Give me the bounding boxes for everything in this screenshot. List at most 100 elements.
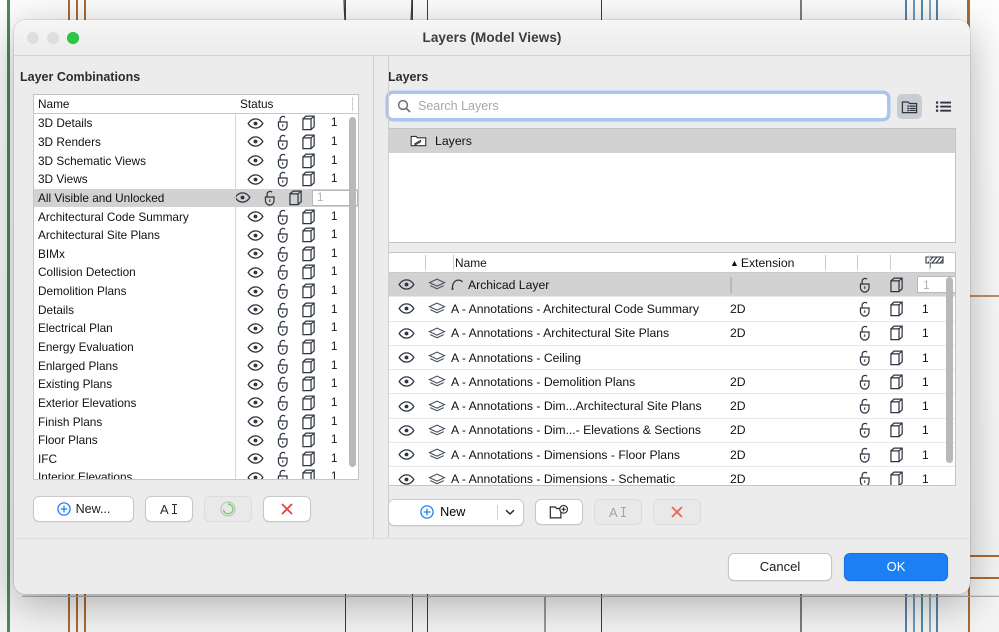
visibility-toggle[interactable] xyxy=(242,379,269,390)
layer-combination-row[interactable]: Floor Plans 1 xyxy=(34,431,358,450)
visibility-toggle[interactable] xyxy=(242,136,269,147)
wireframe-toggle[interactable] xyxy=(881,398,915,414)
delete-layer-button[interactable] xyxy=(653,499,701,525)
column-header-name[interactable]: Name xyxy=(451,256,729,270)
wireframe-toggle[interactable] xyxy=(296,432,323,448)
layer-row[interactable]: A - Annotations - Architectural Site Pla… xyxy=(389,322,955,346)
layer-combination-row[interactable]: Existing Plans 1 xyxy=(34,375,358,394)
search-input[interactable] xyxy=(418,99,879,113)
lock-toggle[interactable] xyxy=(269,283,296,299)
layer-combination-row[interactable]: Collision Detection 1 xyxy=(34,263,358,282)
wireframe-toggle[interactable] xyxy=(296,283,323,299)
lock-toggle[interactable] xyxy=(269,264,296,280)
wireframe-toggle[interactable] xyxy=(296,115,323,131)
layer-combination-row[interactable]: Demolition Plans 1 xyxy=(34,282,358,301)
visibility-toggle[interactable] xyxy=(389,352,423,363)
wireframe-toggle[interactable] xyxy=(881,471,915,485)
lock-toggle[interactable] xyxy=(269,320,296,336)
tree-root-item[interactable]: Layers xyxy=(389,129,955,153)
visibility-toggle[interactable] xyxy=(242,360,269,371)
layer-stack-toggle[interactable] xyxy=(423,400,451,413)
lock-toggle[interactable] xyxy=(269,376,296,392)
visibility-toggle[interactable] xyxy=(242,267,269,278)
layer-combination-row[interactable]: Interior Elevations 1 xyxy=(34,468,358,479)
visibility-toggle[interactable] xyxy=(389,303,423,314)
layer-combination-row[interactable]: 3D Renders 1 xyxy=(34,133,358,152)
lock-toggle[interactable] xyxy=(269,171,296,187)
lock-toggle[interactable] xyxy=(849,422,881,438)
column-divider[interactable] xyxy=(352,97,353,111)
layer-combination-row[interactable]: Architectural Site Plans 1 xyxy=(34,226,358,245)
layer-stack-toggle[interactable] xyxy=(423,278,451,291)
visibility-toggle[interactable] xyxy=(242,416,269,427)
layer-combination-row[interactable]: BIMx 1 xyxy=(34,244,358,263)
delete-combination-button[interactable] xyxy=(263,496,311,522)
visibility-toggle[interactable] xyxy=(242,342,269,353)
visibility-toggle[interactable] xyxy=(389,401,423,412)
lock-toggle[interactable] xyxy=(256,190,283,206)
layer-stack-toggle[interactable] xyxy=(423,327,451,340)
lock-toggle[interactable] xyxy=(269,209,296,225)
visibility-toggle[interactable] xyxy=(389,425,423,436)
lock-toggle[interactable] xyxy=(849,301,881,317)
wireframe-toggle[interactable] xyxy=(296,358,323,374)
lock-toggle[interactable] xyxy=(269,358,296,374)
lock-toggle[interactable] xyxy=(269,339,296,355)
layer-stack-toggle[interactable] xyxy=(423,302,451,315)
visibility-toggle[interactable] xyxy=(242,248,269,259)
close-window-button[interactable] xyxy=(27,32,39,44)
lock-toggle[interactable] xyxy=(269,414,296,430)
maximize-window-button[interactable] xyxy=(67,32,79,44)
lock-toggle[interactable] xyxy=(269,227,296,243)
layer-combination-row[interactable]: Electrical Plan 1 xyxy=(34,319,358,338)
layer-row[interactable]: A - Annotations - Dim...- Elevations & S… xyxy=(389,419,955,443)
layer-combination-row[interactable]: Exterior Elevations 1 xyxy=(34,394,358,413)
wireframe-toggle[interactable] xyxy=(296,320,323,336)
new-folder-button[interactable] xyxy=(535,499,583,525)
new-layer-button[interactable]: New xyxy=(388,499,524,526)
rename-layer-button[interactable]: A xyxy=(594,499,642,525)
layer-combination-row[interactable]: Enlarged Plans 1 xyxy=(34,356,358,375)
search-input-container[interactable] xyxy=(388,93,888,119)
visibility-toggle[interactable] xyxy=(242,174,269,185)
extension-input[interactable] xyxy=(730,277,732,293)
layer-combination-row[interactable]: IFC 1 xyxy=(34,450,358,469)
lock-toggle[interactable] xyxy=(849,350,881,366)
wireframe-toggle[interactable] xyxy=(296,395,323,411)
column-header-name[interactable]: Name xyxy=(34,97,235,111)
column-header-status[interactable]: Status xyxy=(235,97,358,111)
layer-combination-row[interactable]: Energy Evaluation 1 xyxy=(34,338,358,357)
layer-combination-row[interactable]: Details 1 xyxy=(34,300,358,319)
lock-toggle[interactable] xyxy=(849,325,881,341)
column-divider[interactable] xyxy=(890,255,891,270)
layer-row[interactable]: A - Annotations - Dim...Architectural Si… xyxy=(389,394,955,418)
visibility-toggle[interactable] xyxy=(242,118,269,129)
wireframe-toggle[interactable] xyxy=(296,246,323,262)
visibility-toggle[interactable] xyxy=(242,453,269,464)
lock-toggle[interactable] xyxy=(269,395,296,411)
lock-toggle[interactable] xyxy=(269,246,296,262)
visibility-toggle[interactable] xyxy=(389,279,423,290)
update-combination-button[interactable] xyxy=(204,496,252,522)
wireframe-toggle[interactable] xyxy=(296,209,323,225)
column-header-extension[interactable]: ▲ Extension xyxy=(729,256,849,270)
lock-toggle[interactable] xyxy=(849,447,881,463)
layer-stack-toggle[interactable] xyxy=(423,448,451,461)
cancel-button[interactable]: Cancel xyxy=(728,553,832,581)
left-list-scrollbar[interactable] xyxy=(349,117,356,467)
wireframe-toggle[interactable] xyxy=(296,153,323,169)
wireframe-toggle[interactable] xyxy=(881,350,915,366)
pane-divider[interactable] xyxy=(388,56,389,538)
wireframe-toggle[interactable] xyxy=(881,325,915,341)
visibility-toggle[interactable] xyxy=(242,472,269,479)
layer-combination-row[interactable]: All Visible and Unlocked 1 xyxy=(34,189,358,208)
layer-combination-row[interactable]: 3D Details 1 xyxy=(34,114,358,133)
wireframe-toggle[interactable] xyxy=(296,451,323,467)
lock-toggle[interactable] xyxy=(849,277,881,293)
visibility-toggle[interactable] xyxy=(242,211,269,222)
lock-toggle[interactable] xyxy=(269,134,296,150)
layer-combination-row[interactable]: Architectural Code Summary 1 xyxy=(34,207,358,226)
visibility-toggle[interactable] xyxy=(242,435,269,446)
column-divider[interactable] xyxy=(929,255,930,270)
layer-combinations-rows[interactable]: 3D Details 1 3D Renders 1 3D Schematic V… xyxy=(34,114,358,479)
